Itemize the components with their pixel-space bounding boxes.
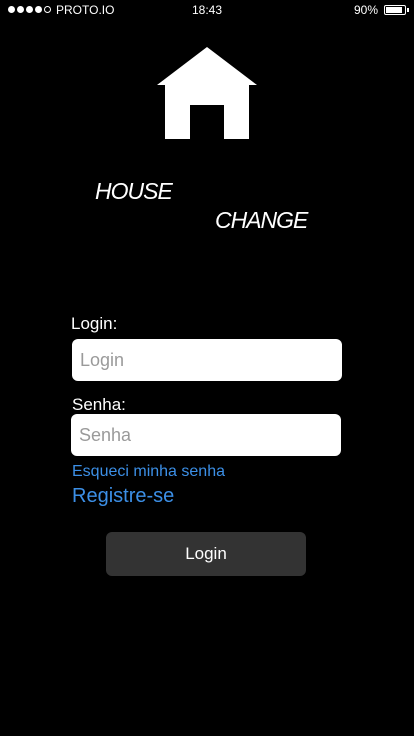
battery-tip xyxy=(407,8,409,12)
senha-input[interactable] xyxy=(71,414,341,456)
battery-icon xyxy=(384,5,406,15)
login-input[interactable] xyxy=(72,339,342,381)
house-icon xyxy=(157,47,257,139)
senha-label: Senha: xyxy=(72,395,126,414)
logo-word-house: HOUSE xyxy=(95,178,173,204)
battery-fill xyxy=(386,7,403,13)
battery-percent: 90% xyxy=(353,3,378,17)
logo-word-change: CHANGE xyxy=(215,207,308,233)
login-button[interactable]: Login xyxy=(106,532,306,576)
register-link[interactable]: Registre-se xyxy=(72,485,174,508)
status-bar: PROTO.IO 18:43 90% xyxy=(0,0,414,20)
status-time: 18:43 xyxy=(191,3,223,17)
login-label: Login: xyxy=(71,314,118,333)
forgot-password-link[interactable]: Esqueci minha senha xyxy=(72,463,225,481)
